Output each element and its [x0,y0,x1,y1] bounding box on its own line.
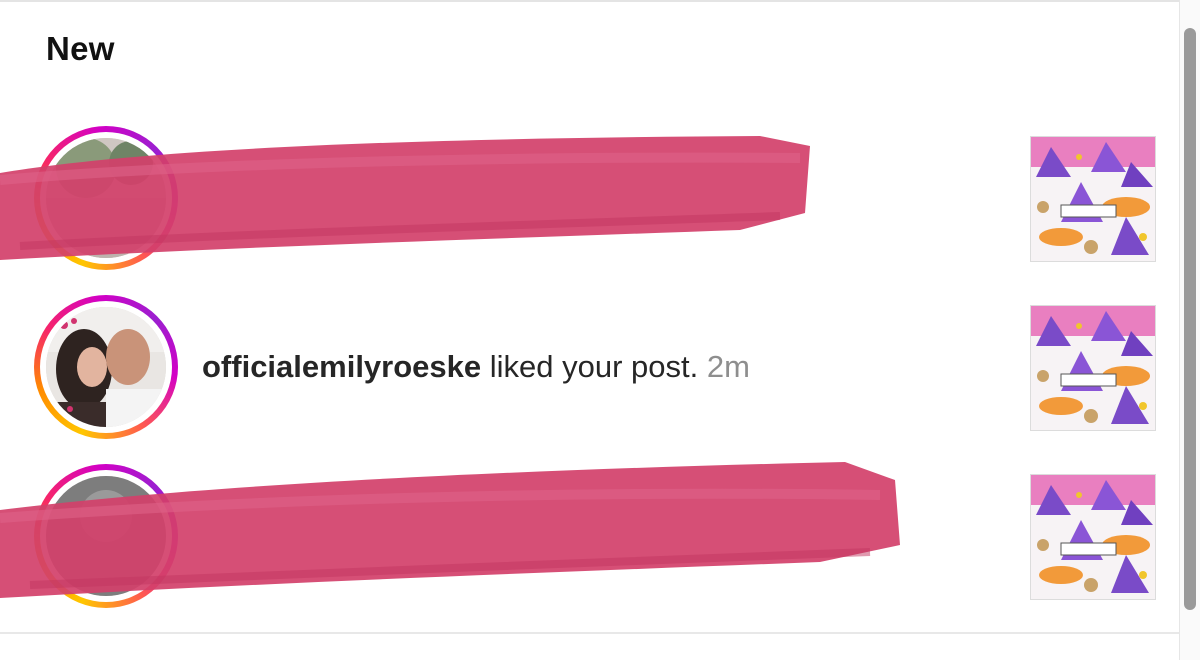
top-border [0,0,1200,2]
list-divider [0,632,1180,634]
story-ring[interactable] [34,464,178,608]
notification-time: 2m [706,349,750,384]
notification-row[interactable]: officialemilyroeske liked your post. 2m [0,295,1180,445]
notification-row[interactable] [0,126,1180,276]
notification-action: liked your post. [481,349,707,384]
notification-username[interactable]: officialemilyroeske [202,349,481,384]
activity-feed: New officialemilyroeske liked your post.… [0,0,1200,660]
story-ring[interactable] [34,126,178,270]
avatar-image [46,307,166,427]
avatar [46,138,166,258]
notification-text: officialemilyroeske liked your post. 2m [202,349,750,385]
sticker-pattern-icon [1031,475,1155,599]
avatar-frame [40,301,172,433]
scrollbar-thumb[interactable] [1184,28,1196,610]
avatar-frame [40,470,172,602]
post-thumbnail[interactable] [1030,136,1156,262]
sticker-pattern-icon [1031,306,1155,430]
section-title: New [46,30,115,67]
avatar-image [46,138,166,258]
sticker-pattern-icon [1031,137,1155,261]
avatar [46,307,166,427]
post-thumbnail[interactable] [1030,474,1156,600]
avatar-image [46,476,166,596]
avatar-frame [40,132,172,264]
post-thumbnail[interactable] [1030,305,1156,431]
story-ring[interactable] [34,295,178,439]
notification-row[interactable] [0,464,1180,614]
avatar [46,476,166,596]
scrollbar[interactable] [1179,0,1200,660]
